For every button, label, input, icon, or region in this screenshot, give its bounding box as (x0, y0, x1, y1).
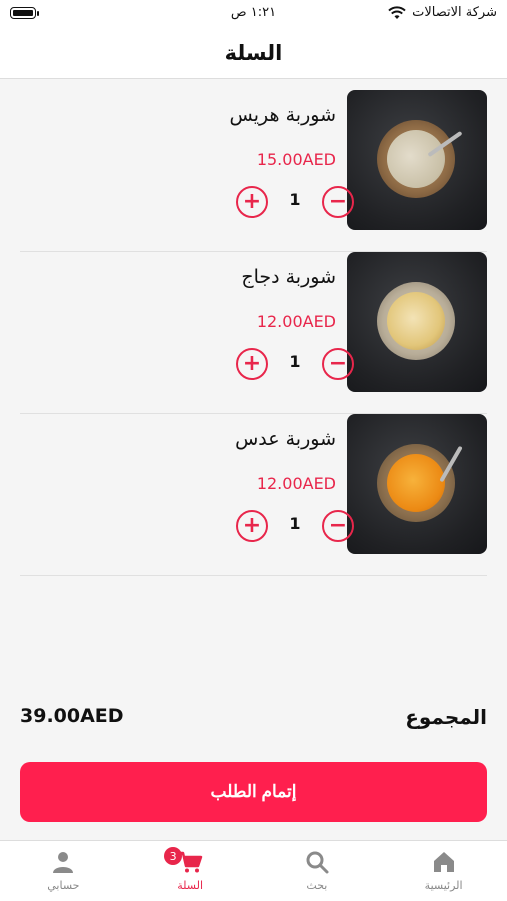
item-image (347, 90, 487, 230)
checkout-button[interactable]: إتمام الطلب (20, 762, 487, 822)
battery-tip (37, 11, 39, 16)
item-name: شوربة عدس (235, 428, 336, 450)
page-header: السلة (0, 28, 507, 79)
tab-label: حسابي (47, 879, 80, 892)
user-icon (53, 852, 74, 873)
quantity-stepper: − 1 + (236, 186, 354, 220)
home-icon (433, 852, 454, 872)
item-price: 15.00AED (256, 150, 336, 169)
cart-item: شوربة عدس 12.00AED − 1 + (0, 414, 507, 576)
tab-label: الرئيسية (424, 879, 463, 892)
order-summary: المجموع 39.00AED (20, 705, 487, 739)
tab-home[interactable]: الرئيسية (380, 841, 507, 901)
item-image (347, 252, 487, 392)
status-time: ١:٢١ ص (230, 5, 277, 20)
increase-button[interactable]: + (236, 510, 268, 542)
page-title: السلة (224, 41, 283, 65)
tab-account[interactable]: حسابي (0, 841, 127, 901)
quantity-stepper: − 1 + (236, 510, 354, 544)
total-value: 39.00AED (20, 705, 124, 727)
tab-label: بحث (306, 879, 328, 892)
cart-item: شوربة دجاج 12.00AED − 1 + (0, 252, 507, 414)
cart-item: شوربة هريس 15.00AED − 1 + (0, 90, 507, 252)
item-price: 12.00AED (256, 312, 336, 331)
item-name: شوربة دجاج (241, 266, 336, 288)
item-image (347, 414, 487, 554)
cart-list: شوربة هريس 15.00AED − 1 + شوربة دجاج 12.… (0, 90, 507, 576)
increase-button[interactable]: + (236, 186, 268, 218)
search-icon (306, 851, 329, 874)
tab-label: السلة (177, 879, 203, 892)
increase-button[interactable]: + (236, 348, 268, 380)
cart-badge: 3 (164, 847, 183, 865)
tab-bar: الرئيسية بحث 3 السلة حسابي (0, 840, 507, 901)
tab-cart[interactable]: 3 السلة (127, 841, 254, 901)
item-price: 12.00AED (256, 474, 336, 493)
tab-search[interactable]: بحث (254, 841, 381, 901)
quantity-stepper: − 1 + (236, 348, 354, 382)
divider (20, 575, 487, 576)
status-bar: شركة الاتصالات ١:٢١ ص (0, 0, 507, 28)
total-label: المجموع (405, 705, 487, 729)
item-name: شوربة هريس (229, 104, 336, 126)
battery-icon (10, 7, 36, 19)
